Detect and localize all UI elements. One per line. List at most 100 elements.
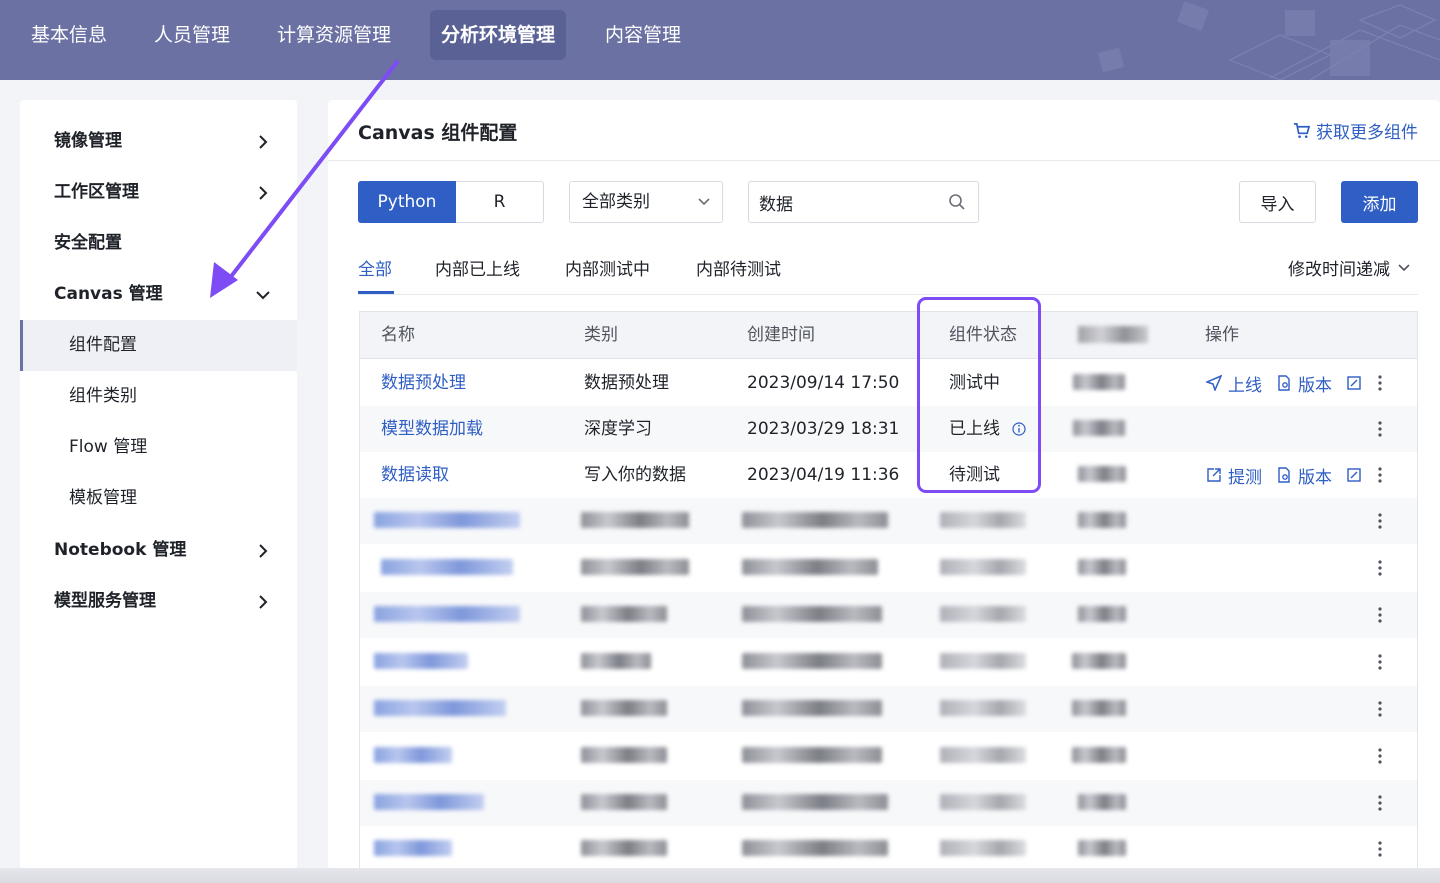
component-name-link[interactable]: 模型数据加载 [381, 406, 483, 452]
blurred-cell [940, 653, 1026, 669]
version-action-label: 版本 [1298, 467, 1332, 488]
table-row [360, 639, 1417, 685]
blurred-cell [940, 559, 1026, 575]
add-button[interactable]: 添加 [1341, 181, 1418, 223]
tab-internal-pending-test[interactable]: 内部待测试 [696, 255, 781, 295]
info-icon[interactable] [1012, 422, 1026, 436]
blurred-cell [1078, 466, 1126, 482]
more-options-icon[interactable] [1378, 545, 1382, 591]
blurred-cell [581, 512, 689, 528]
blurred-cell [374, 794, 484, 810]
blurred-cell [581, 747, 667, 763]
sidebar-item-workspace-mgmt[interactable]: 工作区管理 [20, 167, 297, 218]
more-options-icon[interactable] [1378, 639, 1382, 685]
sort-select[interactable]: 修改时间递减 [1288, 255, 1410, 280]
nav-personnel[interactable]: 人员管理 [143, 10, 241, 60]
version-action[interactable]: 版本 [1276, 463, 1332, 488]
component-name-link[interactable]: 数据预处理 [381, 360, 466, 406]
more-options-icon[interactable] [1378, 592, 1382, 638]
component-status: 待测试 [949, 465, 1000, 485]
sidebar-item-label: 模板管理 [69, 488, 137, 508]
blurred-cell [940, 606, 1026, 622]
lang-r-button[interactable]: R [456, 181, 544, 223]
blurred-cell [581, 700, 667, 716]
component-status: 已上线 [949, 419, 1000, 439]
nav-content[interactable]: 内容管理 [594, 10, 692, 60]
tab-internal-online[interactable]: 内部已上线 [435, 255, 520, 295]
sidebar-item-component-category[interactable]: 组件类别 [20, 371, 297, 422]
search-input[interactable] [748, 181, 979, 223]
document-search-icon [1278, 375, 1290, 391]
get-more-components-link[interactable]: 获取更多组件 [1293, 118, 1418, 143]
table-row: 模型数据加载 深度学习 2023/03/29 18:31 已上线 [360, 406, 1417, 452]
bottom-edge [0, 868, 1440, 883]
component-name-link[interactable]: 数据读取 [381, 452, 449, 498]
sidebar-item-canvas-mgmt[interactable]: Canvas 管理 [20, 269, 297, 320]
blurred-cell [742, 840, 888, 856]
sidebar: 镜像管理 工作区管理 安全配置 Canvas 管理 组件配置 组件类别 Flow… [20, 100, 297, 870]
component-table: 名称 类别 创建时间 组件状态 操作 数据预处理 数据预处理 2023/09/1… [359, 311, 1418, 870]
edit-icon[interactable] [1346, 375, 1362, 391]
tabs-divider [358, 294, 1418, 295]
table-row: 数据读取 写入你的数据 2023/04/19 11:36 待测试 提测 版本 [360, 452, 1417, 498]
blurred-cell [374, 512, 520, 528]
more-options-icon[interactable] [1378, 780, 1382, 826]
sidebar-item-component-config[interactable]: 组件配置 [20, 320, 297, 371]
submit-test-action-label: 提测 [1228, 467, 1262, 488]
blurred-cell [374, 700, 506, 716]
sidebar-item-notebook-mgmt[interactable]: Notebook 管理 [20, 525, 297, 576]
edit-icon[interactable] [1346, 467, 1362, 483]
blurred-cell [742, 606, 882, 622]
more-options-icon[interactable] [1378, 826, 1382, 869]
search-icon[interactable] [948, 193, 966, 211]
more-options-icon[interactable] [1378, 733, 1382, 779]
nav-compute-resources[interactable]: 计算资源管理 [266, 10, 402, 60]
more-options-icon[interactable] [1378, 452, 1382, 498]
sidebar-item-image-mgmt[interactable]: 镜像管理 [20, 116, 297, 167]
blurred-cell [742, 512, 888, 528]
sidebar-item-flow-mgmt[interactable]: Flow 管理 [20, 422, 297, 473]
column-header-created: 创建时间 [747, 325, 815, 345]
more-options-icon[interactable] [1378, 406, 1382, 452]
category-select[interactable]: 全部类别 [569, 181, 723, 223]
row-actions: 提测 版本 [1206, 452, 1362, 498]
top-nav: 基本信息 人员管理 计算资源管理 分析环境管理 内容管理 [0, 0, 1440, 80]
sidebar-item-label: 安全配置 [54, 233, 122, 253]
more-options-icon[interactable] [1378, 498, 1382, 544]
sort-label: 修改时间递减 [1288, 260, 1390, 280]
more-options-icon[interactable] [1378, 360, 1382, 406]
blurred-cell [1072, 653, 1126, 669]
sidebar-item-template-mgmt[interactable]: 模板管理 [20, 473, 297, 524]
row-actions: 上线 版本 [1206, 360, 1362, 406]
column-header-category: 类别 [584, 325, 618, 345]
table-row [360, 592, 1417, 638]
column-header-status: 组件状态 [949, 325, 1017, 345]
nav-basic-info[interactable]: 基本信息 [20, 10, 118, 60]
more-options-icon[interactable] [1378, 686, 1382, 732]
submit-test-action[interactable]: 提测 [1206, 463, 1262, 488]
chevron-down-icon [698, 182, 710, 222]
category-select-value: 全部类别 [582, 192, 650, 212]
component-category: 数据预处理 [584, 373, 669, 393]
blurred-cell [374, 653, 468, 669]
blurred-cell [581, 559, 689, 575]
lang-python-button[interactable]: Python [358, 181, 456, 223]
publish-action[interactable]: 上线 [1206, 371, 1262, 396]
publish-action-label: 上线 [1228, 375, 1262, 396]
sidebar-item-label: 模型服务管理 [54, 591, 156, 611]
tab-all[interactable]: 全部 [358, 255, 392, 295]
blurred-cell [1078, 794, 1126, 810]
nav-analysis-env[interactable]: 分析环境管理 [430, 10, 567, 60]
table-row [360, 498, 1417, 544]
chevron-down-icon [1398, 263, 1410, 271]
tab-internal-testing[interactable]: 内部测试中 [565, 255, 650, 295]
sidebar-item-model-service-mgmt[interactable]: 模型服务管理 [20, 576, 297, 627]
version-action[interactable]: 版本 [1276, 371, 1332, 396]
blurred-cell [1078, 840, 1126, 856]
blurred-cell [374, 606, 520, 622]
table-row: 数据预处理 数据预处理 2023/09/14 17:50 测试中 上线 版本 [360, 360, 1417, 406]
import-button[interactable]: 导入 [1239, 181, 1316, 223]
sidebar-item-security[interactable]: 安全配置 [20, 218, 297, 269]
blurred-cell [374, 747, 452, 763]
blurred-cell [940, 794, 1026, 810]
